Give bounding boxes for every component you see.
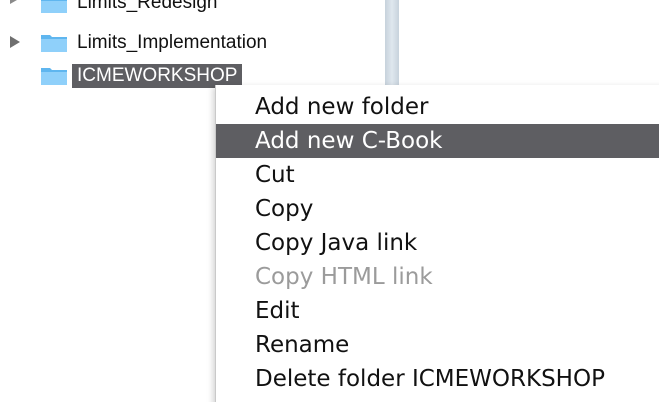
menu-item-delete-folder[interactable]: Delete folder ICMEWORKSHOP xyxy=(216,362,659,396)
disclosure-triangle-icon[interactable] xyxy=(10,36,20,48)
menu-item-label: Add new C-Book xyxy=(255,128,443,154)
menu-item-label: Delete folder ICMEWORKSHOP xyxy=(255,366,605,392)
menu-item-copy-html-link: Copy HTML link xyxy=(216,260,659,294)
menu-item-label: Rename xyxy=(255,332,350,358)
menu-item-label: Copy HTML link xyxy=(255,264,433,290)
menu-item-copy-java-link[interactable]: Copy Java link xyxy=(216,226,659,260)
tree-item-label: Limits_Implementation xyxy=(77,32,268,53)
menu-item-label: Edit xyxy=(255,298,300,324)
menu-item-label: Add new folder xyxy=(255,94,429,120)
menu-item-copy[interactable]: Copy xyxy=(216,192,659,226)
tree-item-label: Limits_Redesign xyxy=(77,0,218,13)
tree-row-limits-implementation[interactable]: Limits_Implementation xyxy=(0,31,380,61)
menu-item-label: Copy xyxy=(255,196,314,222)
menu-item-add-new-c-book[interactable]: Add new C-Book xyxy=(216,124,659,158)
disclosure-triangle-icon[interactable] xyxy=(10,0,17,4)
tree-row-limits-redesign[interactable]: Limits_Redesign xyxy=(0,0,380,15)
folder-icon xyxy=(41,0,67,13)
menu-item-label: Cut xyxy=(255,162,295,188)
menu-item-label: Copy Java link xyxy=(255,230,418,256)
context-menu: Add new folder Add new C-Book Cut Copy C… xyxy=(215,85,659,402)
file-browser-window: Limits_Redesign Limits_Implementation IC… xyxy=(0,0,659,402)
menu-item-edit[interactable]: Edit xyxy=(216,294,659,328)
menu-item-add-new-folder[interactable]: Add new folder xyxy=(216,90,659,124)
folder-icon xyxy=(41,35,67,52)
folder-icon xyxy=(41,68,67,85)
menu-item-cut[interactable]: Cut xyxy=(216,158,659,192)
menu-item-rename[interactable]: Rename xyxy=(216,328,659,362)
